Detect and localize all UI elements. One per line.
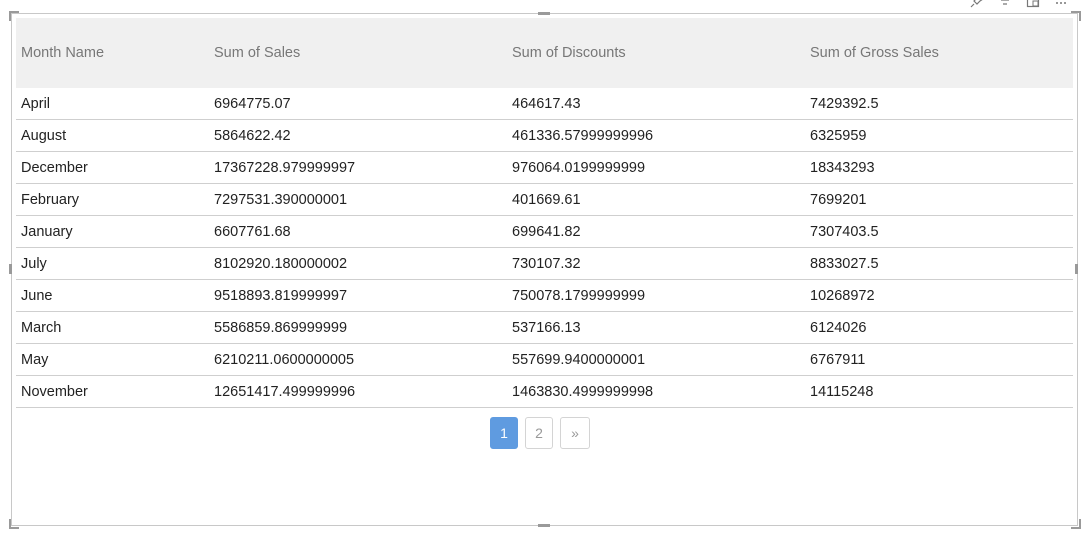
sales-cell: 8102920.180000002 [214, 255, 348, 272]
month-name-cell: July [21, 255, 47, 272]
table-row[interactable]: January 6607761.68 699641.82 7307403.5 [16, 216, 1073, 248]
discounts-cell: 750078.1799999999 [512, 287, 646, 304]
gross-sales-cell: 7429392.5 [810, 95, 879, 112]
table-row[interactable]: February 7297531.390000001 401669.61 769… [16, 184, 1073, 216]
filter-icon[interactable] [998, 0, 1012, 10]
discounts-cell: 401669.61 [512, 191, 581, 208]
discounts-cell: 464617.43 [512, 95, 581, 112]
table-header-row: Month Name Sum of Sales Sum of Discounts… [16, 18, 1073, 88]
sales-cell: 6210211.0600000005 [214, 351, 355, 368]
table-row[interactable]: March 5586859.869999999 537166.13 612402… [16, 312, 1073, 344]
month-name-cell: June [21, 287, 53, 304]
discounts-cell: 537166.13 [512, 319, 581, 336]
column-header-sum-of-discounts[interactable]: Sum of Discounts [507, 45, 805, 61]
sales-cell: 7297531.390000001 [214, 191, 348, 208]
sales-cell: 9518893.819999997 [214, 287, 348, 304]
gross-sales-cell: 10268972 [810, 287, 875, 304]
month-name-cell: March [21, 319, 62, 336]
table-row[interactable]: August 5864622.42 461336.57999999996 632… [16, 120, 1073, 152]
month-name-cell: February [21, 191, 80, 208]
column-header-sum-of-gross-sales[interactable]: Sum of Gross Sales [805, 45, 1073, 61]
month-name-cell: November [21, 383, 88, 400]
discounts-cell: 461336.57999999996 [512, 127, 654, 144]
focus-mode-icon[interactable] [1026, 0, 1040, 10]
gross-sales-cell: 14115248 [810, 383, 874, 400]
pagination: 1 2 » [490, 417, 590, 449]
gross-sales-cell: 6124026 [810, 319, 867, 336]
table-row[interactable]: April 6964775.07 464617.43 7429392.5 [16, 88, 1073, 120]
sales-cell: 6964775.07 [214, 95, 291, 112]
gross-sales-cell: 6767911 [810, 351, 866, 368]
table-row[interactable]: June 9518893.819999997 750078.1799999999… [16, 280, 1073, 312]
discounts-cell: 557699.9400000001 [512, 351, 646, 368]
discounts-cell: 1463830.4999999998 [512, 383, 654, 400]
month-name-cell: August [21, 127, 67, 144]
discounts-cell: 976064.0199999999 [512, 159, 646, 176]
resize-handle-left[interactable] [9, 264, 12, 274]
resize-handle-right[interactable] [1075, 264, 1078, 274]
table-row[interactable]: November 12651417.499999996 1463830.4999… [16, 376, 1073, 408]
month-name-cell: April [21, 95, 51, 112]
table-row[interactable]: May 6210211.0600000005 557699.9400000001… [16, 344, 1073, 376]
gross-sales-cell: 8833027.5 [810, 255, 879, 272]
month-name-cell: January [21, 223, 73, 240]
discounts-cell: 699641.82 [512, 223, 581, 240]
column-header-month-name[interactable]: Month Name [16, 45, 210, 61]
next-page-button[interactable]: » [560, 417, 590, 449]
sales-cell: 12651417.499999996 [214, 383, 356, 400]
sales-cell: 5864622.42 [214, 127, 291, 144]
table-row[interactable]: December 17367228.979999997 976064.01999… [16, 152, 1073, 184]
page-2-button[interactable]: 2 [525, 417, 553, 449]
month-name-cell: May [21, 351, 49, 368]
discounts-cell: 730107.32 [512, 255, 581, 272]
pin-icon[interactable] [970, 0, 984, 10]
data-table: Month Name Sum of Sales Sum of Discounts… [16, 18, 1073, 408]
table-row[interactable]: July 8102920.180000002 730107.32 8833027… [16, 248, 1073, 280]
gross-sales-cell: 7307403.5 [810, 223, 879, 240]
gross-sales-cell: 6325959 [810, 127, 867, 144]
resize-handle-bottom-left[interactable] [9, 519, 19, 529]
sales-cell: 17367228.979999997 [214, 159, 356, 176]
gross-sales-cell: 18343293 [810, 159, 875, 176]
visual-header-toolbar [970, 0, 1080, 10]
gross-sales-cell: 7699201 [810, 191, 867, 208]
column-header-sum-of-sales[interactable]: Sum of Sales [210, 45, 507, 61]
page-1-button[interactable]: 1 [490, 417, 518, 449]
resize-handle-bottom-right[interactable] [1071, 519, 1081, 529]
more-options-icon[interactable] [1054, 0, 1068, 10]
resize-handle-bottom[interactable] [538, 524, 550, 527]
sales-cell: 6607761.68 [214, 223, 291, 240]
month-name-cell: December [21, 159, 88, 176]
resize-handle-top[interactable] [538, 12, 550, 15]
sales-cell: 5586859.869999999 [214, 319, 348, 336]
